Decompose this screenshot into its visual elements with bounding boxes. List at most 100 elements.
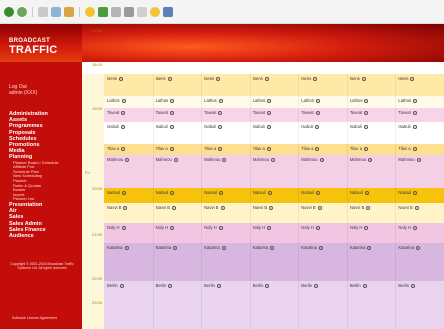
edit-slot-icon[interactable] <box>123 205 128 210</box>
edit-slot-icon[interactable] <box>413 98 417 103</box>
schedule-cell[interactable]: Tilav a <box>298 144 347 155</box>
edit-slot-icon[interactable] <box>318 245 323 250</box>
schedule-cell[interactable]: Navvi B <box>153 203 202 223</box>
edit-slot-icon[interactable] <box>362 283 367 288</box>
schedule-cell[interactable]: Katarina <box>201 243 250 281</box>
schedule-cell[interactable]: Isabuli <box>153 122 202 144</box>
schedule-cell[interactable]: Isens <box>153 74 202 96</box>
edit-slot-icon[interactable] <box>363 124 368 129</box>
edit-slot-icon[interactable] <box>267 225 272 230</box>
schedule-cell[interactable]: Isens <box>201 74 250 96</box>
schedule-cell[interactable]: Tilav a <box>201 144 250 155</box>
edit-slot-icon[interactable] <box>315 225 320 230</box>
schedule-cell[interactable]: Noly H <box>298 223 347 243</box>
edit-slot-icon[interactable] <box>265 283 270 288</box>
edit-slot-icon[interactable] <box>170 225 175 230</box>
edit-slot-icon[interactable] <box>411 283 416 288</box>
schedule-cell[interactable]: Noly H <box>250 223 299 243</box>
edit-slot-icon[interactable] <box>167 76 172 81</box>
schedule-cell[interactable]: Mahmou <box>250 155 299 188</box>
schedule-cell[interactable]: Tilav a <box>347 144 396 155</box>
edit-slot-icon[interactable] <box>364 110 369 115</box>
schedule-cell[interactable]: Berlin <box>104 281 153 329</box>
schedule-cell[interactable]: Natsuil <box>201 188 250 203</box>
edit-slot-icon[interactable] <box>414 205 419 210</box>
edit-slot-icon[interactable] <box>271 157 275 162</box>
edit-slot-icon[interactable] <box>364 98 369 103</box>
edit-icon[interactable] <box>137 6 147 17</box>
schedule-cell[interactable]: Isabuli <box>347 122 396 144</box>
edit-slot-icon[interactable] <box>364 190 369 195</box>
schedule-cell[interactable]: Taveat <box>250 108 299 122</box>
edit-slot-icon[interactable] <box>121 146 126 151</box>
schedule-cell[interactable]: Natsuil <box>298 188 347 203</box>
schedule-cell[interactable]: Noly H <box>201 223 250 243</box>
edit-slot-icon[interactable] <box>121 190 126 195</box>
edit-slot-icon[interactable] <box>218 98 223 103</box>
schedule-cell[interactable]: Mahmou <box>298 155 347 188</box>
schedule-cell[interactable]: Isabuli <box>298 122 347 144</box>
edit-slot-icon[interactable] <box>267 190 272 195</box>
schedule-cell[interactable]: Taveat <box>104 108 153 122</box>
schedule-cell[interactable]: Lathos <box>104 96 153 108</box>
schedule-cell[interactable]: Mahmou <box>201 155 250 188</box>
schedule-cell[interactable]: Taveat <box>298 108 347 122</box>
schedule-cell[interactable]: Mahmou <box>395 155 444 188</box>
refresh-icon[interactable] <box>51 6 61 17</box>
schedule-cell[interactable]: Noly H <box>395 223 444 243</box>
edit-slot-icon[interactable] <box>317 205 322 210</box>
edit-slot-icon[interactable] <box>169 146 174 151</box>
schedule-cell[interactable]: Isens <box>395 74 444 96</box>
edit-slot-icon[interactable] <box>170 98 175 103</box>
forward-icon[interactable] <box>17 6 27 17</box>
edit-slot-icon[interactable] <box>316 190 321 195</box>
schedule-cell[interactable]: Taveat <box>153 108 202 122</box>
edit-slot-icon[interactable] <box>119 283 124 288</box>
edit-slot-icon[interactable] <box>315 110 320 115</box>
schedule-cell[interactable]: Berlin <box>347 281 396 329</box>
edit-slot-icon[interactable] <box>169 110 174 115</box>
schedule-cell[interactable]: Isens <box>104 74 153 96</box>
edit-slot-icon[interactable] <box>314 283 318 288</box>
schedule-cell[interactable]: Isens <box>347 74 396 96</box>
schedule-cell[interactable]: Noly H <box>153 223 202 243</box>
edit-slot-icon[interactable] <box>121 225 126 230</box>
edit-slot-icon[interactable] <box>269 205 274 210</box>
schedule-cell[interactable]: Mahmou <box>153 155 202 188</box>
schedule-cell[interactable]: Berlin <box>250 281 299 329</box>
schedule-cell[interactable]: Berlin <box>201 281 250 329</box>
edit-slot-icon[interactable] <box>266 124 271 129</box>
schedule-cell[interactable]: Katarina <box>250 243 299 281</box>
schedule-cell[interactable]: Taveat <box>395 108 444 122</box>
edit-slot-icon[interactable] <box>368 157 373 162</box>
edit-slot-icon[interactable] <box>218 225 223 230</box>
schedule-cell[interactable]: Navvi B <box>395 203 444 223</box>
schedule-cell[interactable]: Lathos <box>395 96 444 108</box>
schedule-cell[interactable]: Navvi B <box>201 203 250 223</box>
edit-slot-icon[interactable] <box>218 110 223 115</box>
edit-slot-icon[interactable] <box>366 205 371 210</box>
edit-slot-icon[interactable] <box>218 124 223 129</box>
schedule-cell[interactable]: Navvi B <box>250 203 299 223</box>
edit-slot-icon[interactable] <box>266 146 271 151</box>
edit-slot-icon[interactable] <box>220 205 225 210</box>
schedule-cell[interactable]: Katarina <box>298 243 347 281</box>
edit-slot-icon[interactable] <box>315 98 320 103</box>
edit-slot-icon[interactable] <box>169 124 174 129</box>
schedule-cell[interactable]: Isens <box>250 74 299 96</box>
edit-slot-icon[interactable] <box>413 225 417 230</box>
license-link[interactable]: Software License Agreement <box>12 316 57 320</box>
home-icon[interactable] <box>64 6 74 17</box>
edit-slot-icon[interactable] <box>367 245 372 250</box>
back-icon[interactable] <box>4 6 14 17</box>
edit-slot-icon[interactable] <box>416 157 421 162</box>
edit-slot-icon[interactable] <box>267 110 272 115</box>
edit-slot-icon[interactable] <box>315 146 320 151</box>
stop-icon[interactable] <box>38 6 48 17</box>
schedule-cell[interactable]: Isabuli <box>395 122 444 144</box>
schedule-cell[interactable]: Natsuil <box>347 188 396 203</box>
schedule-cell[interactable]: Lathos <box>298 96 347 108</box>
edit-slot-icon[interactable] <box>119 76 124 81</box>
schedule-cell[interactable]: Natsuil <box>153 188 202 203</box>
edit-slot-icon[interactable] <box>222 157 227 162</box>
